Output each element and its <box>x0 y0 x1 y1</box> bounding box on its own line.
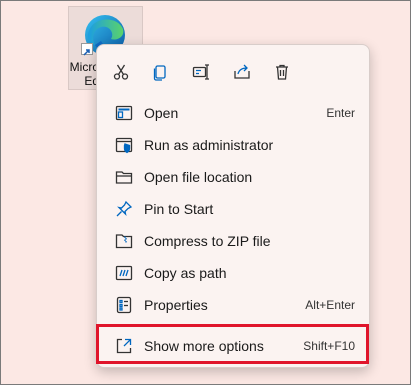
menu-item-pin-to-start[interactable]: Pin to Start <box>101 194 365 224</box>
shortcut-arrow-icon <box>81 43 93 56</box>
cut-button[interactable] <box>107 58 135 86</box>
copy-icon <box>153 65 166 81</box>
context-menu-toolbar <box>97 45 369 97</box>
copy-button[interactable] <box>146 58 174 86</box>
menu-item-show-more-options[interactable]: Show more options Shift+F10 <box>101 331 365 361</box>
share-button[interactable] <box>228 58 256 86</box>
menu-item-label: Pin to Start <box>144 201 214 217</box>
context-menu: Open Enter Run as administrator Open fil… <box>96 44 370 368</box>
zip-folder-icon <box>115 232 133 250</box>
menu-item-properties[interactable]: Properties Alt+Enter <box>101 290 365 320</box>
menu-item-shortcut: Enter <box>326 106 355 120</box>
rename-button[interactable] <box>187 58 215 86</box>
pin-icon <box>115 200 133 218</box>
menu-item-label: Open file location <box>144 169 253 185</box>
menu-item-label: Compress to ZIP file <box>144 233 271 249</box>
cut-icon <box>113 64 129 80</box>
shield-icon <box>115 136 133 154</box>
menu-item-label: Open <box>144 105 179 121</box>
menu-item-open-file-location[interactable]: Open file location <box>101 162 365 192</box>
menu-item-compress-to-zip[interactable]: Compress to ZIP file <box>101 226 365 256</box>
desktop-label-line-1: Micro <box>69 60 99 74</box>
menu-item-label: Copy as path <box>144 265 227 281</box>
open-icon <box>115 104 133 122</box>
delete-icon <box>276 64 288 80</box>
share-icon <box>234 64 250 79</box>
menu-item-run-as-administrator[interactable]: Run as administrator <box>101 130 365 160</box>
menu-item-shortcut: Shift+F10 <box>303 339 355 353</box>
menu-item-label: Properties <box>144 297 208 313</box>
desktop-shortcut-label: Micro Ed <box>69 60 99 88</box>
menu-item-label: Run as administrator <box>144 137 274 153</box>
copy-path-icon <box>115 264 133 282</box>
show-more-icon <box>115 337 133 355</box>
properties-icon <box>115 296 133 314</box>
desktop-label-line-2: Ed <box>84 74 99 88</box>
menu-item-open[interactable]: Open Enter <box>101 98 365 128</box>
menu-item-copy-as-path[interactable]: Copy as path <box>101 258 365 288</box>
rename-icon <box>192 64 209 80</box>
menu-divider <box>97 325 369 326</box>
menu-item-label: Show more options <box>144 338 264 354</box>
folder-icon <box>115 168 133 186</box>
delete-button[interactable] <box>268 58 296 86</box>
menu-item-shortcut: Alt+Enter <box>305 298 355 312</box>
